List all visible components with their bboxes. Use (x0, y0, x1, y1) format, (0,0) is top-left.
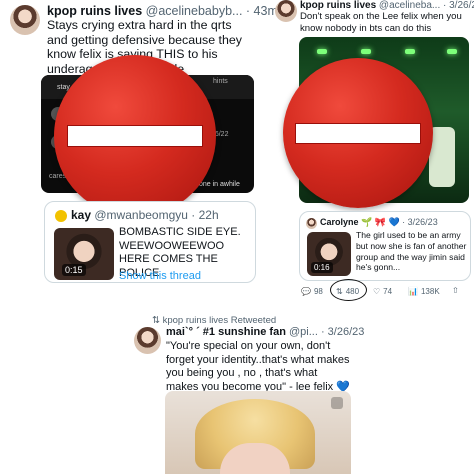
media-caption: hints (213, 78, 228, 85)
quote-video-thumbnail[interactable]: 0:16 (307, 232, 351, 276)
media-caption: one in awhile (199, 181, 240, 188)
retweet-icon: ⇅ (152, 315, 160, 326)
quote-text: The girl used to be an army but now she … (356, 230, 467, 273)
avatar-left[interactable] (10, 5, 40, 35)
video-duration: 0:16 (311, 262, 333, 273)
quote-time: · 3/26/23 (402, 217, 438, 227)
tweet-header-left: kpop ruins lives @acelinebabyb... · 43m (47, 4, 278, 18)
reply-icon: 💬 (301, 287, 311, 296)
retweeted-label: kpop ruins lives Retweeted (162, 315, 277, 326)
views-button[interactable]: 📊 138K (408, 287, 440, 296)
quote-author-name: Carolyne (320, 217, 359, 227)
tweet-header-bottom: mai`° ´ #1 sunshine fan @pi... · 3/26/23 (166, 326, 364, 338)
no-entry-sign-icon (54, 55, 216, 217)
share-icon: ⇧ (452, 286, 459, 295)
avatar-bottom[interactable] (134, 327, 161, 354)
quote-handle-time: @mwanbeomgyu · 22h (94, 208, 219, 222)
name-emoji: 🌱 🎀 💙 (361, 217, 400, 227)
quote-card-left[interactable]: kay @mwanbeomgyu · 22h 0:15 BOMBASTIC SI… (44, 201, 256, 283)
quote-author-name: kay (71, 208, 92, 222)
views-icon: 📊 (408, 287, 418, 296)
quote-card-right[interactable]: Carolyne 🌱 🎀 💙 · 3/26/23 0:16 The girl u… (299, 211, 471, 281)
reply-button[interactable]: 💬 98 (301, 287, 323, 296)
tweet-header-right: kpop ruins lives @acelineba... · 3/26/23 (300, 0, 474, 11)
heart-icon: ♡ (373, 287, 381, 296)
quote-header: Carolyne 🌱 🎀 💙 · 3/26/23 (320, 217, 438, 228)
like-button[interactable]: ♡ 74 (373, 287, 392, 296)
author-handle-time: @acelinebabyb... · 43m (145, 4, 278, 18)
quote-avatar (55, 210, 67, 222)
tweet-media-bottom[interactable] (165, 391, 351, 474)
quote-avatar (306, 218, 317, 229)
reply-count: 98 (313, 287, 323, 296)
video-duration: 0:15 (62, 264, 86, 276)
tweet-text-bottom: "You're special on your own, don't forge… (166, 340, 350, 393)
views-count: 138K (420, 287, 440, 296)
share-button[interactable]: ⇧ (452, 286, 459, 295)
like-count: 74 (383, 287, 393, 296)
author-name[interactable]: kpop ruins lives (47, 4, 142, 18)
media-options-icon[interactable] (331, 397, 343, 409)
author-name[interactable]: kpop ruins lives (300, 0, 376, 11)
author-name[interactable]: mai`° ´ #1 sunshine fan (166, 326, 286, 338)
tweet-text-right: Don't speak on the Lee felix when you kn… (300, 11, 462, 34)
no-entry-sign-icon (283, 58, 433, 208)
quote-video-thumbnail[interactable]: 0:15 (54, 228, 114, 280)
quote-header: kay @mwanbeomgyu · 22h (71, 208, 219, 222)
retweet-circle-annotation (330, 279, 367, 301)
show-thread-link[interactable]: Show this thread (119, 270, 201, 282)
author-handle-time: @pi... · 3/26/23 (289, 326, 365, 338)
author-handle-time: @acelineba... · 3/26/23 (378, 0, 474, 11)
retweeted-by-row: ⇅ kpop ruins lives Retweeted (152, 315, 276, 326)
avatar-right[interactable] (275, 0, 297, 22)
